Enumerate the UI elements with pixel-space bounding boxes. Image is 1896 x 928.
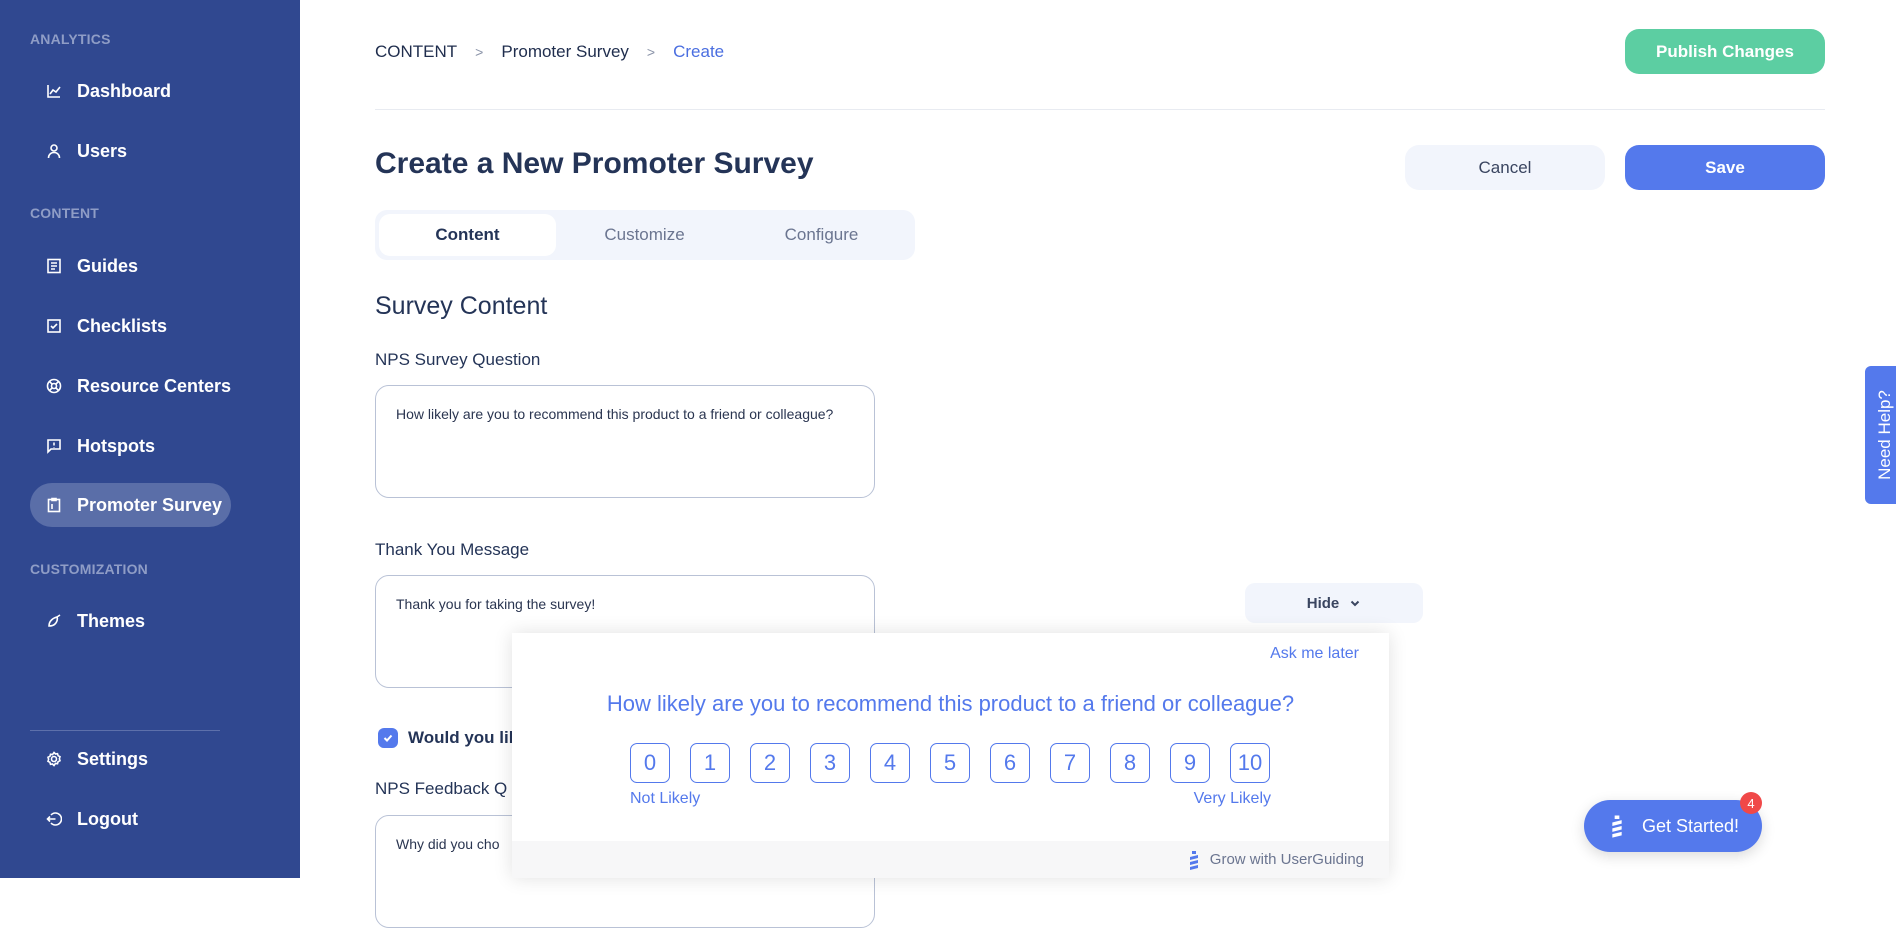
page-title: Create a New Promoter Survey bbox=[375, 147, 814, 180]
score-buttons: 0 1 2 3 4 5 6 7 8 9 10 bbox=[630, 743, 1270, 783]
sidebar-item-label: Checklists bbox=[77, 315, 168, 336]
save-button[interactable]: Save bbox=[1625, 145, 1825, 190]
feedback-checkbox[interactable] bbox=[378, 728, 398, 748]
tab-customize[interactable]: Customize bbox=[556, 214, 733, 256]
notification-badge: 4 bbox=[1740, 792, 1762, 814]
sidebar-item-logout[interactable]: Logout bbox=[30, 797, 138, 841]
chevron-down-icon bbox=[1351, 600, 1360, 607]
score-button-2[interactable]: 2 bbox=[750, 743, 790, 783]
sidebar-item-themes[interactable]: Themes bbox=[30, 599, 145, 643]
score-button-9[interactable]: 9 bbox=[1170, 743, 1210, 783]
score-button-7[interactable]: 7 bbox=[1050, 743, 1090, 783]
nps-preview-widget: Ask me later How likely are you to recom… bbox=[512, 633, 1389, 878]
get-started-label: Get Started! bbox=[1642, 815, 1740, 836]
nps-question: How likely are you to recommend this pro… bbox=[606, 691, 1295, 716]
section-title: Survey Content bbox=[375, 292, 548, 320]
ask-me-later-link[interactable]: Ask me later bbox=[1270, 645, 1359, 663]
sidebar-item-dashboard[interactable]: Dashboard bbox=[30, 69, 171, 113]
sidebar-item-label: Resource Centers bbox=[77, 375, 232, 396]
breadcrumb-content[interactable]: CONTENT bbox=[375, 42, 457, 62]
lighthouse-icon bbox=[1612, 815, 1622, 838]
question-textarea[interactable]: How likely are you to recommend this pro… bbox=[375, 385, 875, 498]
hide-preview-button[interactable]: Hide bbox=[1245, 583, 1423, 623]
get-started-button[interactable]: Get Started! 4 bbox=[1584, 792, 1762, 852]
hide-label: Hide bbox=[1306, 594, 1340, 612]
question-label: NPS Survey Question bbox=[375, 350, 541, 369]
sidebar-item-checklists[interactable]: Checklists bbox=[30, 304, 167, 348]
logout-icon bbox=[46, 811, 62, 827]
score-button-0[interactable]: 0 bbox=[630, 743, 670, 783]
cancel-button[interactable]: Cancel bbox=[1405, 145, 1605, 190]
breadcrumb: CONTENT > Promoter Survey > Create bbox=[375, 42, 724, 62]
need-help-tab[interactable]: Need Help? bbox=[1865, 366, 1896, 504]
breadcrumb-create: Create bbox=[673, 42, 725, 61]
sidebar-item-settings[interactable]: Settings bbox=[30, 737, 148, 781]
sidebar-item-label: Settings bbox=[77, 748, 149, 769]
sidebar-divider bbox=[30, 730, 220, 731]
score-button-5[interactable]: 5 bbox=[930, 743, 970, 783]
score-button-3[interactable]: 3 bbox=[810, 743, 850, 783]
sidebar-item-label: Hotspots bbox=[77, 435, 155, 456]
message-alert-icon bbox=[46, 438, 62, 454]
breadcrumb-promoter-survey[interactable]: Promoter Survey bbox=[501, 42, 629, 62]
tab-bar: Content Customize Configure bbox=[375, 210, 915, 260]
nps-footer[interactable]: Grow with UserGuiding bbox=[512, 841, 1389, 878]
score-button-10[interactable]: 10 bbox=[1230, 743, 1270, 783]
footer-text: Grow with UserGuiding bbox=[1209, 851, 1364, 868]
feedback-checkbox-row[interactable]: Would you lik bbox=[378, 728, 518, 748]
header-divider bbox=[375, 109, 1825, 110]
lifebuoy-icon bbox=[46, 378, 62, 394]
gear-icon bbox=[46, 751, 62, 767]
chevron-right-icon: > bbox=[646, 44, 656, 60]
scale-low-label: Not Likely bbox=[630, 790, 701, 807]
user-icon bbox=[46, 143, 62, 159]
sidebar-item-promoter-survey[interactable]: Promoter Survey bbox=[30, 483, 231, 527]
sidebar-item-label: Guides bbox=[77, 255, 139, 276]
sidebar-item-label: Logout bbox=[77, 808, 138, 829]
clipboard-icon bbox=[46, 497, 62, 513]
tab-configure[interactable]: Configure bbox=[733, 214, 910, 256]
brush-icon bbox=[46, 613, 62, 629]
section-label-analytics: ANALYTICS bbox=[30, 31, 111, 47]
publish-changes-button[interactable]: Publish Changes bbox=[1625, 29, 1825, 74]
sidebar-item-label: Promoter Survey bbox=[77, 494, 223, 515]
sidebar-item-hotspots[interactable]: Hotspots bbox=[30, 424, 155, 468]
userguiding-logo-icon bbox=[1189, 850, 1198, 870]
section-label-customization: CUSTOMIZATION bbox=[30, 561, 148, 577]
check-icon bbox=[383, 734, 393, 742]
sidebar-item-resource-centers[interactable]: Resource Centers bbox=[30, 364, 231, 408]
score-button-1[interactable]: 1 bbox=[690, 743, 730, 783]
feedback-label: NPS Feedback Q bbox=[375, 779, 508, 798]
score-button-4[interactable]: 4 bbox=[870, 743, 910, 783]
sidebar-item-label: Dashboard bbox=[77, 80, 172, 101]
tab-content[interactable]: Content bbox=[379, 214, 556, 256]
score-button-8[interactable]: 8 bbox=[1110, 743, 1150, 783]
thanks-label: Thank You Message bbox=[375, 540, 530, 559]
chevron-right-icon: > bbox=[475, 44, 484, 60]
scale-high-label: Very Likely bbox=[1193, 790, 1271, 807]
sidebar-item-label: Users bbox=[77, 140, 128, 161]
document-icon bbox=[46, 258, 62, 274]
sidebar-item-label: Themes bbox=[77, 610, 146, 631]
score-button-6[interactable]: 6 bbox=[990, 743, 1030, 783]
checkbox-icon bbox=[46, 318, 62, 334]
sidebar: ANALYTICS Dashboard Users CONTENT Guides… bbox=[0, 0, 300, 878]
sidebar-item-guides[interactable]: Guides bbox=[30, 244, 138, 288]
need-help-label: Need Help? bbox=[1875, 390, 1894, 480]
section-label-content: CONTENT bbox=[30, 205, 100, 221]
sidebar-item-users[interactable]: Users bbox=[30, 129, 127, 173]
chart-line-icon bbox=[46, 83, 62, 99]
feedback-checkbox-label: Would you lik bbox=[408, 728, 519, 747]
